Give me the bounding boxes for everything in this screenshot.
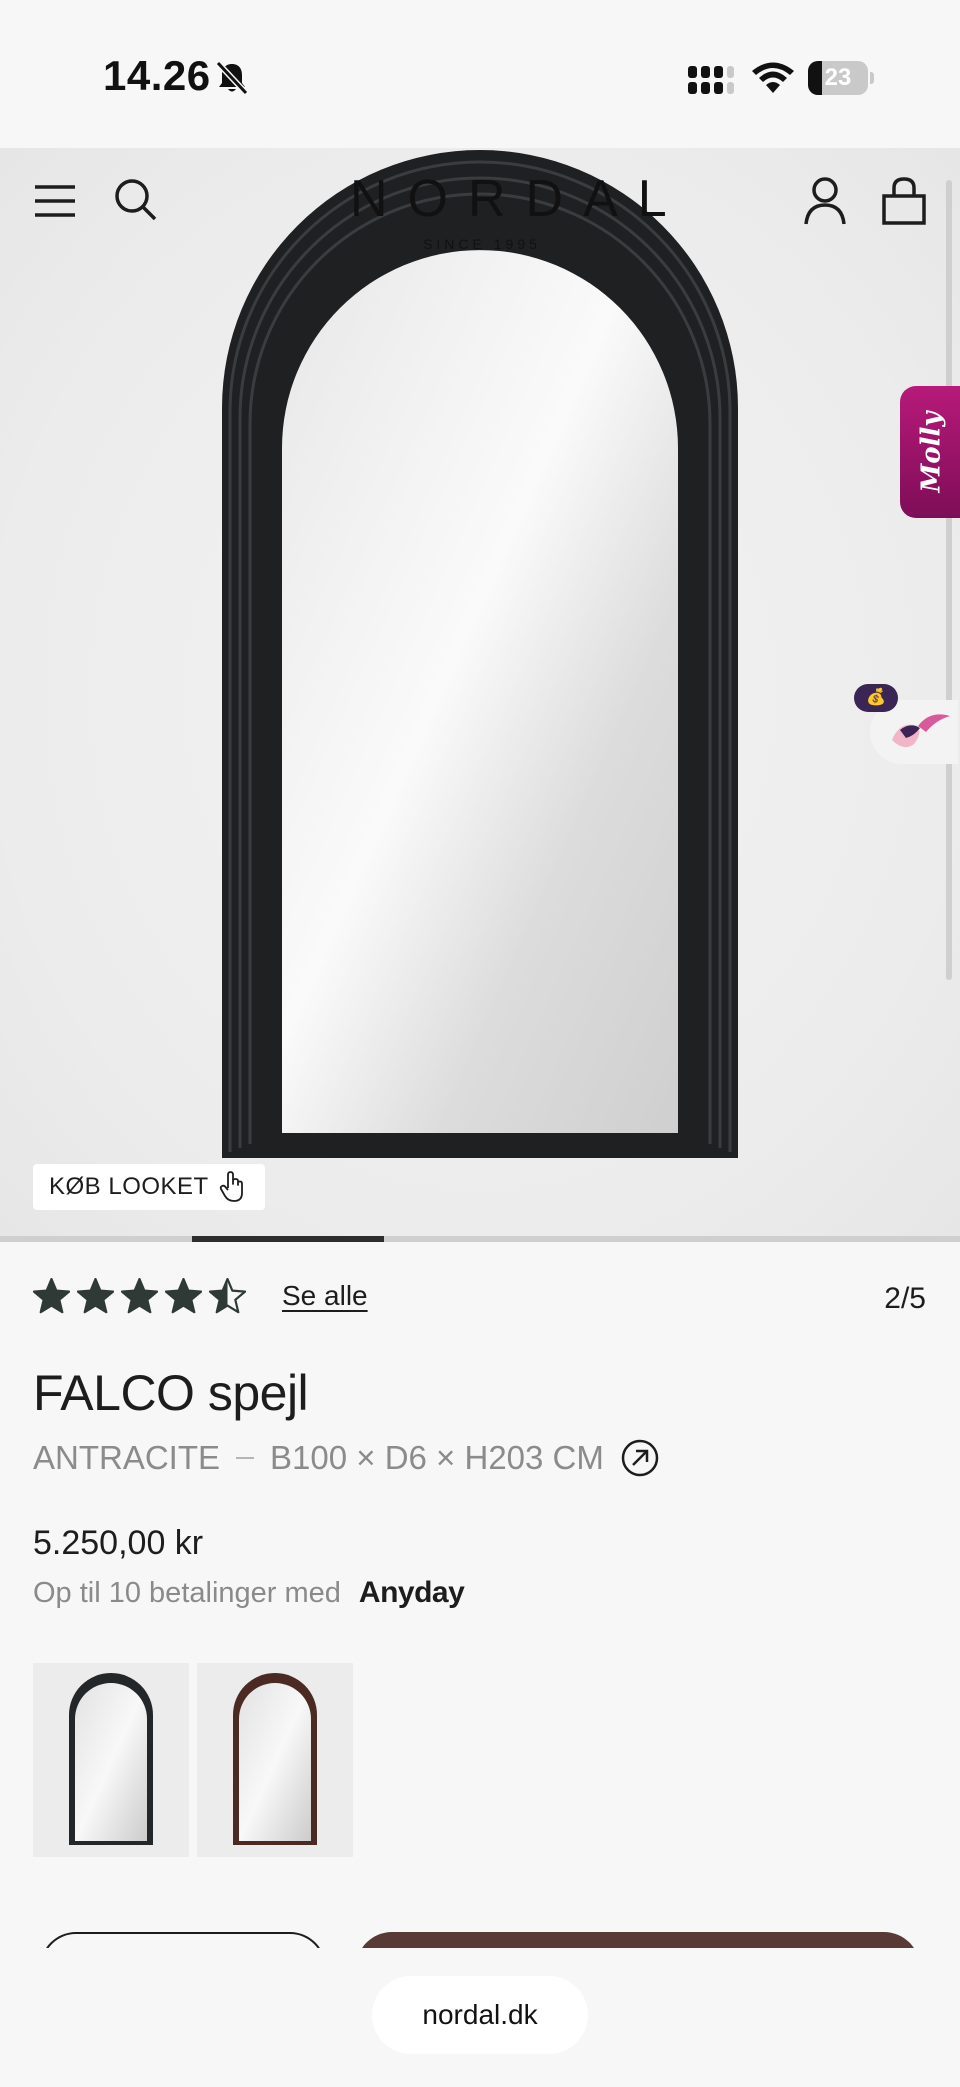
product-dimensions: B100 × D6 × H203 CM [270,1439,604,1476]
browser-bottom-bar: nordal.dk [0,1948,960,2087]
gallery-progress-bar [0,1236,960,1242]
shop-the-look-label: KØB LOOKET [49,1173,209,1200]
cellular-signal-icon [688,66,734,94]
money-bag-icon: 💰 [854,684,898,712]
logo-wordmark: NORDAL [350,170,687,228]
variant-thumbnail [69,1673,153,1845]
star-icon [121,1278,158,1314]
installments-text: Op til 10 betalinger med [33,1576,341,1609]
product-title: FALCO spejl [33,1365,309,1421]
external-link-arrow-icon[interactable] [620,1438,660,1478]
see-all-reviews-link[interactable]: Se alle [282,1280,368,1312]
page-scrollbar[interactable] [946,180,952,980]
variant-thumbnail [233,1673,317,1845]
browser-url-pill[interactable]: nordal.dk [372,1976,588,2054]
star-icon [209,1278,246,1314]
spec-divider [236,1457,255,1459]
shop-the-look-button[interactable]: KØB LOOKET [33,1164,265,1210]
variant-swatch-2[interactable] [197,1663,353,1857]
product-image-gallery[interactable] [0,148,960,1240]
bell-muted-icon [215,60,249,96]
star-icon [33,1278,70,1314]
installments-info: Op til 10 betalinger med Anyday [33,1576,465,1610]
battery-icon: 23 [808,61,874,95]
site-logo[interactable]: NORDAL SINCE 1995 [330,170,687,252]
gallery-progress-indicator [192,1236,384,1242]
battery-level: 23 [824,64,852,91]
molly-label: Molly [916,411,947,493]
variant-swatch-1[interactable] [33,1663,189,1857]
variant-swatches [33,1663,353,1857]
status-bar: 14.26 23 [0,0,960,148]
star-icon [77,1278,114,1314]
product-spec-line: ANTRACITE B100 × D6 × H203 CM [33,1438,660,1478]
product-color: ANTRACITE [33,1439,221,1476]
product-price: 5.250,00 kr [33,1524,204,1562]
rating-stars[interactable] [33,1278,246,1315]
gallery-counter: 2/5 [884,1282,926,1315]
product-image [222,150,738,1158]
status-time: 14.26 [103,52,211,99]
cart-icon[interactable] [880,176,928,226]
logo-tagline: SINCE 1995 [423,236,541,252]
wifi-icon [752,62,794,93]
star-icon [165,1278,202,1314]
anyday-logo[interactable]: Anyday [359,1576,465,1610]
account-icon[interactable] [802,176,848,226]
molly-chat-tab[interactable]: Molly [900,386,960,518]
rewards-widget[interactable]: 💰 [852,680,960,770]
search-icon[interactable] [112,176,158,222]
hand-pointer-icon [219,1171,243,1202]
menu-icon[interactable] [32,178,78,224]
